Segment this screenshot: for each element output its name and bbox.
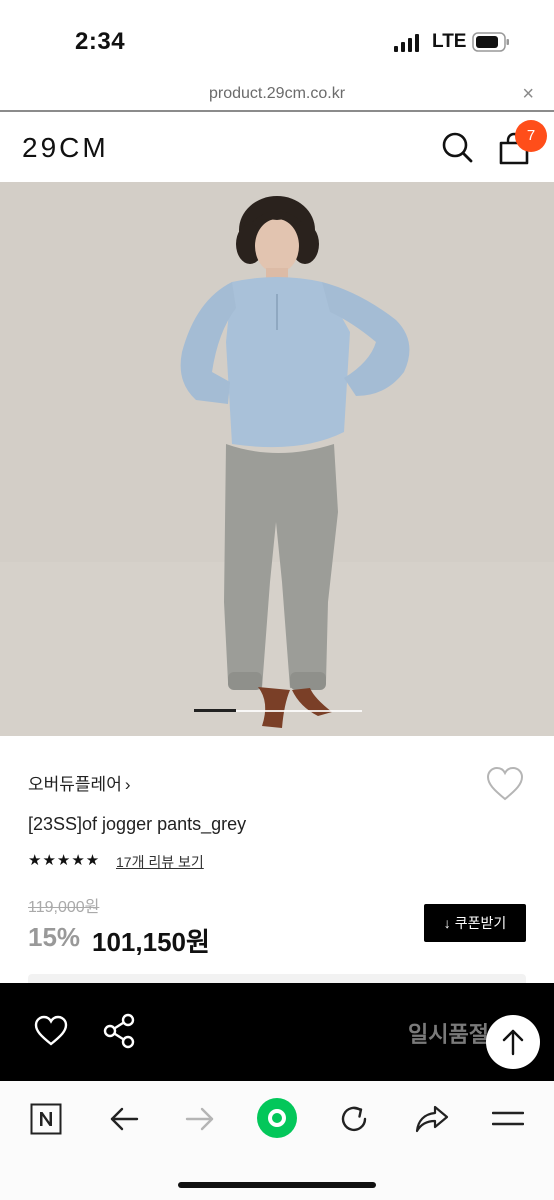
share-page-button[interactable] <box>412 1099 452 1139</box>
scroll-top-button[interactable] <box>486 1015 540 1069</box>
browser-url-bar: product.29cm.co.kr × <box>0 80 554 112</box>
signal-icon <box>394 34 419 52</box>
naver-home-button[interactable] <box>26 1099 66 1139</box>
url-text[interactable]: product.29cm.co.kr <box>0 85 554 103</box>
share-icon[interactable] <box>102 1013 136 1049</box>
green-dot-button[interactable] <box>256 1097 298 1139</box>
gallery-indicator-active <box>194 709 236 712</box>
site-logo[interactable]: 29CM <box>22 132 109 164</box>
menu-icon <box>492 1111 524 1126</box>
arrow-up-icon <box>502 1029 524 1056</box>
product-name: [23SS]of jogger pants_grey <box>28 814 247 834</box>
network-label: LTE <box>432 31 467 52</box>
forward-icon <box>185 1107 214 1131</box>
sale-price: 101,150원 <box>92 927 210 957</box>
home-indicator <box>178 1182 376 1188</box>
naver-icon <box>30 1103 62 1135</box>
status-bar: 2:34 LTE <box>0 0 554 80</box>
heart-icon[interactable] <box>34 1015 68 1047</box>
coupon-label: 쿠폰받기 <box>454 915 507 931</box>
product-image[interactable] <box>0 182 554 736</box>
browser-toolbar <box>0 1081 554 1200</box>
sold-out-label: 일시품절 <box>408 1022 489 1047</box>
search-icon[interactable] <box>440 130 474 164</box>
brand-name: 오버듀플레어 <box>28 775 122 794</box>
back-button[interactable] <box>104 1099 144 1139</box>
download-icon: ↓ <box>443 915 451 931</box>
reload-icon <box>341 1106 367 1132</box>
chevron-right-icon: › <box>124 775 131 794</box>
site-header: 29CM 7 <box>0 114 554 182</box>
forward-button[interactable] <box>180 1099 220 1139</box>
purchase-action-bar: 일시품절 <box>0 983 554 1081</box>
close-button[interactable]: × <box>522 83 534 106</box>
back-icon <box>110 1107 139 1131</box>
cart-count-badge: 7 <box>515 120 547 152</box>
rating-stars: ★★★★★ <box>28 852 101 869</box>
model-photo <box>0 182 554 736</box>
product-page: 2:34 LTE product.29cm.co.kr × 29CM 7 오버듀… <box>0 0 554 1200</box>
original-price: 119,000원 <box>28 899 100 916</box>
coupon-button[interactable]: ↓ 쿠폰받기 <box>424 904 526 942</box>
menu-button[interactable] <box>488 1099 528 1139</box>
reviews-link[interactable]: 17개 리뷰 보기 <box>116 852 204 872</box>
status-time: 2:34 <box>75 28 126 55</box>
battery-icon <box>472 32 509 52</box>
share-arrow-icon <box>415 1105 449 1133</box>
green-dot-icon <box>257 1098 297 1138</box>
brand-link[interactable]: 오버듀플레어 › <box>28 770 131 795</box>
product-info: 오버듀플레어 › [23SS]of jogger pants_grey ★★★★★… <box>0 736 554 986</box>
reload-button[interactable] <box>334 1099 374 1139</box>
discount-rate: 15% <box>28 922 81 952</box>
heart-icon[interactable] <box>486 766 524 802</box>
